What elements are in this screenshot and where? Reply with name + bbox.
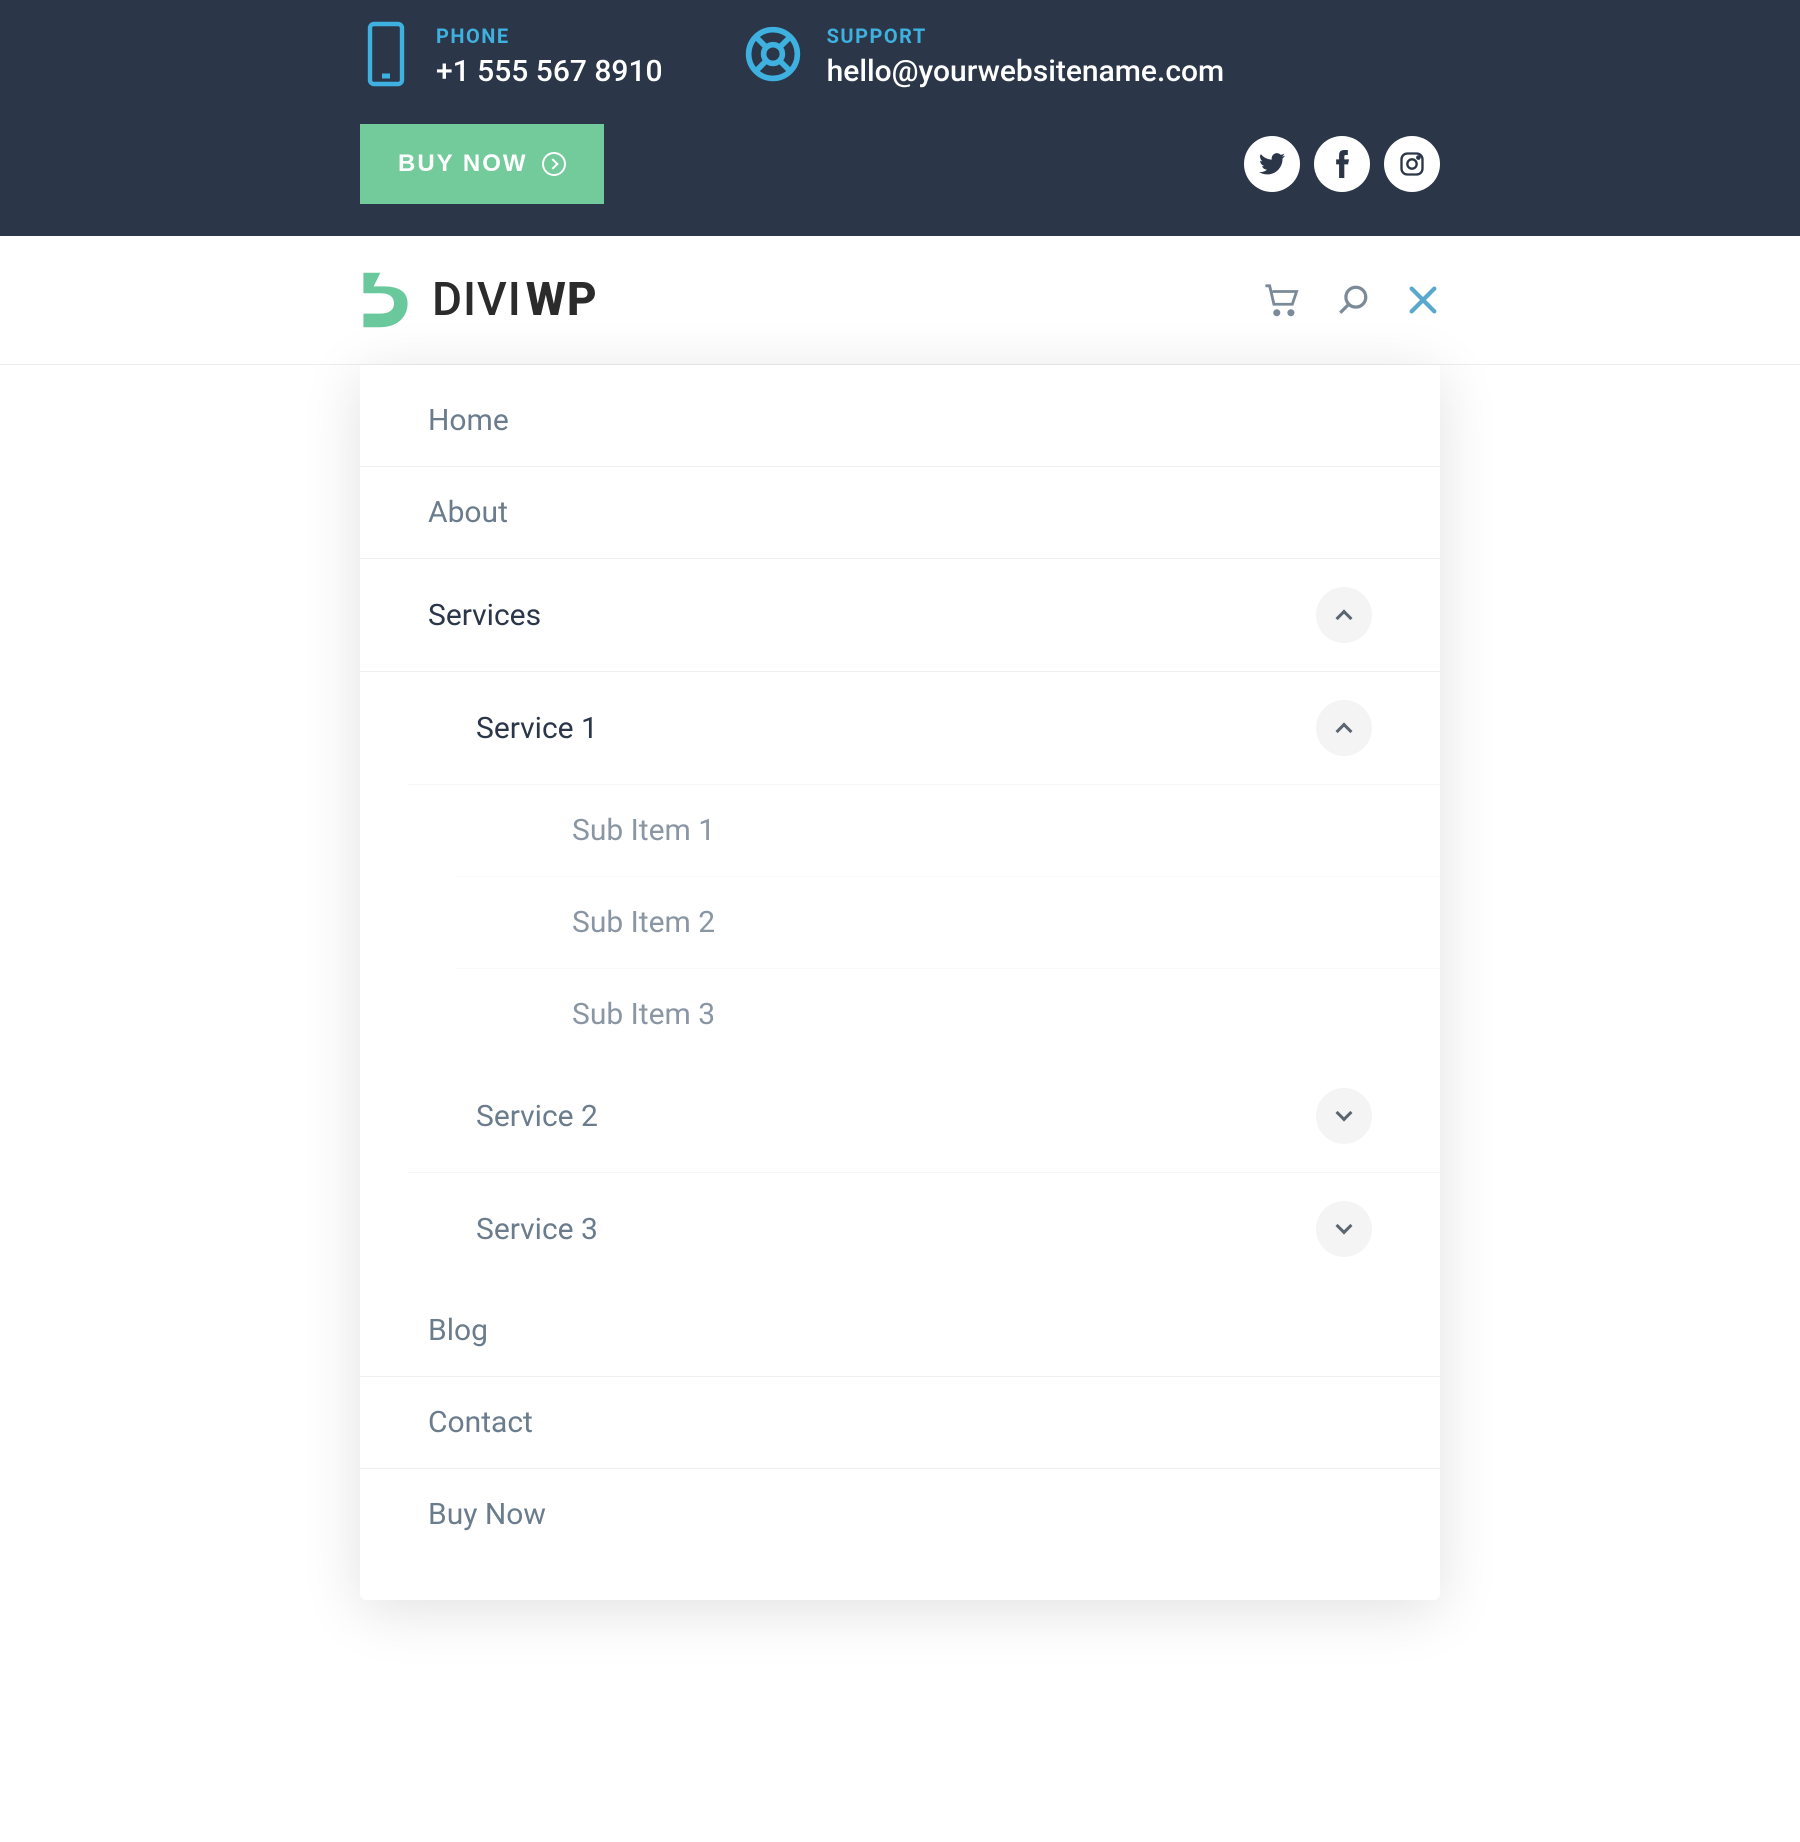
menu-item-label: Contact [428,1405,533,1440]
arrow-circle-icon [542,152,566,176]
support-value[interactable]: hello@yourwebsitename.com [827,54,1225,89]
logo[interactable]: DIVIWP [360,266,598,334]
chevron-down-icon[interactable] [1316,1088,1372,1144]
support-icon [743,24,803,88]
phone-block: PHONE +1 555 567 8910 [360,20,663,92]
phone-label: PHONE [436,24,663,48]
service-1-submenu: Sub Item 1 Sub Item 2 Sub Item 3 [408,785,1440,1060]
menu-item-label: Buy Now [428,1497,546,1532]
menu-item-label: Sub Item 2 [572,905,715,940]
support-label: SUPPORT [827,24,1225,48]
menu-item-label: Service 3 [476,1212,598,1247]
topbar: PHONE +1 555 567 8910 SUPPORT [0,0,1800,236]
menu-item-services[interactable]: Services [360,559,1440,672]
buy-now-button[interactable]: BUY NOW [360,124,604,204]
submenu-item-sub-3[interactable]: Sub Item 3 [456,969,1440,1060]
search-icon[interactable] [1336,283,1370,317]
menu-item-label: Services [428,598,541,633]
submenu-item-sub-2[interactable]: Sub Item 2 [456,877,1440,969]
submenu-item-service-2[interactable]: Service 2 [408,1060,1440,1173]
mobile-menu-container: Home About Services Service 1 Sub Item 1… [180,365,1620,1600]
services-submenu: Service 1 Sub Item 1 Sub Item 2 Sub Item… [360,672,1440,1285]
menu-item-label: Blog [428,1313,488,1348]
submenu-item-sub-1[interactable]: Sub Item 1 [456,785,1440,877]
cart-icon[interactable] [1262,283,1300,317]
logo-text-wp: WP [526,273,598,327]
menu-item-contact[interactable]: Contact [360,1377,1440,1469]
chevron-down-icon[interactable] [1316,1201,1372,1257]
menu-item-label: Home [428,403,509,438]
menu-item-about[interactable]: About [360,467,1440,559]
social-row [1244,136,1440,192]
instagram-icon[interactable] [1384,136,1440,192]
close-icon[interactable] [1406,283,1440,317]
menu-item-label: About [428,495,508,530]
menu-item-home[interactable]: Home [360,375,1440,467]
menu-item-buy-now[interactable]: Buy Now [360,1469,1440,1560]
facebook-icon[interactable] [1314,136,1370,192]
phone-value[interactable]: +1 555 567 8910 [436,54,663,89]
chevron-up-icon[interactable] [1316,700,1372,756]
chevron-up-icon[interactable] [1316,587,1372,643]
logo-text-divi: DIVI [432,273,522,327]
mobile-menu: Home About Services Service 1 Sub Item 1… [360,365,1440,1600]
header: DIVIWP [0,236,1800,365]
logo-mark-icon [360,266,428,334]
menu-item-label: Service 2 [476,1099,598,1134]
contact-row: PHONE +1 555 567 8910 SUPPORT [360,20,1440,92]
menu-item-label: Sub Item 3 [572,997,715,1032]
buy-now-label: BUY NOW [398,150,528,178]
menu-item-label: Sub Item 1 [572,813,715,848]
support-block: SUPPORT hello@yourwebsitename.com [743,20,1225,92]
twitter-icon[interactable] [1244,136,1300,192]
menu-item-blog[interactable]: Blog [360,1285,1440,1377]
menu-item-label: Service 1 [476,711,598,746]
submenu-item-service-3[interactable]: Service 3 [408,1173,1440,1285]
phone-icon [360,20,412,92]
submenu-item-service-1[interactable]: Service 1 [408,672,1440,785]
